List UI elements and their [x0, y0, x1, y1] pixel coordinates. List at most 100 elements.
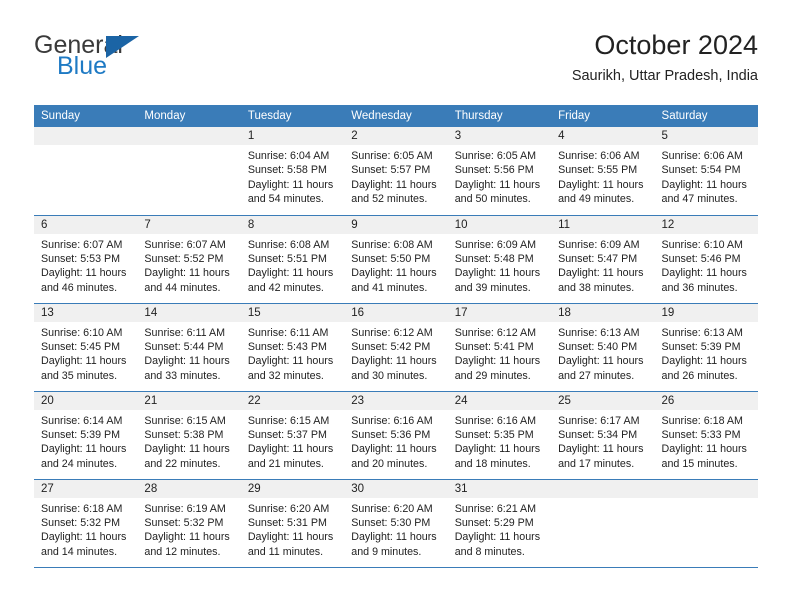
calendar-day-cell[interactable]: 14 Sunrise: 6:11 AM Sunset: 5:44 PM Dayligh… [137, 303, 241, 392]
day-sunset-text: Sunset: 5:56 PM [454, 164, 534, 177]
day-number: 1 [240, 127, 345, 145]
day-sunrise-text: Sunrise: 6:04 AM [247, 150, 330, 162]
day-details: Sunrise: 6:07 AM Sunset: 5:52 PM Daylight:… [137, 234, 240, 296]
day-number: 3 [447, 127, 552, 145]
calendar-day-cell[interactable]: 17 Sunrise: 6:12 AM Sunset: 5:41 PM Dayligh… [447, 303, 552, 392]
day-sunrise-text: Sunrise: 6:12 AM [351, 326, 433, 339]
calendar-page: General Blue October 2024 Saurikh, Uttar… [0, 0, 792, 612]
day-number: 20 [34, 391, 138, 410]
day-sunset-text: Sunset: 5:42 PM [351, 340, 431, 353]
day-daylight-line2-text: and 33 minutes. [144, 369, 221, 382]
calendar-day-cell[interactable]: 30 Sunrise: 6:20 AM Sunset: 5:30 PM Dayligh… [344, 479, 448, 568]
day-number [654, 479, 758, 498]
day-daylight-line1-text: Daylight: 11 hours [558, 355, 644, 368]
calendar-day-cell[interactable]: 9 Sunrise: 6:08 AM Sunset: 5:50 PM Daylight… [344, 215, 448, 304]
day-daylight-line2-text: and 24 minutes. [41, 457, 118, 470]
calendar-day-cell[interactable]: 27 Sunrise: 6:18 AM Sunset: 5:32 PM Dayligh… [34, 479, 138, 568]
calendar-day-cell[interactable]: 22 Sunrise: 6:15 AM Sunset: 5:37 PM Dayligh… [240, 391, 345, 480]
day-sunset-text: Sunset: 5:37 PM [247, 428, 327, 441]
day-number: 8 [240, 215, 345, 234]
day-sunset-text: Sunset: 5:46 PM [661, 252, 741, 265]
page-header: General Blue October 2024 Saurikh, Uttar… [34, 28, 758, 98]
day-sunset-text: Sunset: 5:39 PM [661, 340, 741, 353]
day-daylight-line2-text: and 26 minutes. [661, 369, 738, 382]
day-daylight-line2-text: and 42 minutes. [247, 281, 324, 294]
calendar-day-cell[interactable]: 11 Sunrise: 6:09 AM Sunset: 5:47 PM Dayligh… [551, 215, 655, 304]
calendar-day-cell[interactable]: 10 Sunrise: 6:09 AM Sunset: 5:48 PM Dayligh… [447, 215, 552, 304]
calendar-day-cell[interactable]: 6 Sunrise: 6:07 AM Sunset: 5:53 PM Daylight… [34, 215, 138, 304]
weekday-header-saturday: Saturday [654, 105, 758, 127]
day-sunrise-text: Sunrise: 6:09 AM [558, 238, 640, 251]
calendar-day-cell[interactable]: 8 Sunrise: 6:08 AM Sunset: 5:51 PM Daylight… [240, 215, 345, 304]
day-details: Sunrise: 6:14 AM Sunset: 5:39 PM Daylight:… [34, 410, 137, 472]
calendar-day-cell[interactable]: 28 Sunrise: 6:19 AM Sunset: 5:32 PM Dayligh… [137, 479, 241, 568]
calendar-day-cell[interactable]: 21 Sunrise: 6:15 AM Sunset: 5:38 PM Dayligh… [137, 391, 241, 480]
calendar-day-cell[interactable]: 25 Sunrise: 6:17 AM Sunset: 5:34 PM Dayligh… [551, 391, 655, 480]
general-blue-logo[interactable]: General Blue [34, 32, 264, 94]
day-daylight-line2-text: and 12 minutes. [144, 545, 221, 558]
day-sunrise-text: Sunrise: 6:10 AM [41, 326, 123, 339]
day-number: 11 [551, 215, 655, 234]
calendar-day-cell[interactable]: 13 Sunrise: 6:10 AM Sunset: 5:45 PM Dayligh… [34, 303, 138, 392]
triangle-logo-icon [106, 36, 139, 58]
day-sunset-text: Sunset: 5:48 PM [454, 252, 534, 265]
day-number: 9 [344, 215, 448, 234]
day-daylight-line1-text: Daylight: 11 hours [558, 443, 644, 456]
day-details: Sunrise: 6:06 AM Sunset: 5:54 PM Daylight:… [655, 145, 758, 207]
day-number: 4 [551, 127, 655, 145]
calendar-day-cell[interactable]: 26 Sunrise: 6:18 AM Sunset: 5:33 PM Dayligh… [654, 391, 758, 480]
day-sunrise-text: Sunrise: 6:05 AM [351, 150, 433, 162]
calendar-day-cell[interactable]: 19 Sunrise: 6:13 AM Sunset: 5:39 PM Dayligh… [654, 303, 758, 392]
calendar-day-cell[interactable]: 4 Sunrise: 6:06 AM Sunset: 5:55 PM Daylight… [551, 127, 655, 216]
day-details: Sunrise: 6:10 AM Sunset: 5:45 PM Daylight:… [34, 322, 137, 384]
day-sunset-text: Sunset: 5:57 PM [351, 164, 431, 177]
day-number [551, 479, 655, 498]
calendar-day-cell[interactable]: 23 Sunrise: 6:16 AM Sunset: 5:36 PM Dayligh… [344, 391, 448, 480]
calendar-day-cell[interactable]: 15 Sunrise: 6:11 AM Sunset: 5:43 PM Dayligh… [240, 303, 345, 392]
weekday-header-friday: Friday [551, 105, 655, 127]
day-details: Sunrise: 6:13 AM Sunset: 5:39 PM Daylight:… [655, 322, 758, 384]
day-daylight-line2-text: and 38 minutes. [558, 281, 635, 294]
day-daylight-line2-text: and 14 minutes. [41, 545, 118, 558]
day-details: Sunrise: 6:15 AM Sunset: 5:37 PM Daylight:… [241, 410, 344, 472]
calendar-day-cell[interactable]: 29 Sunrise: 6:20 AM Sunset: 5:31 PM Dayligh… [240, 479, 345, 568]
calendar-day-cell[interactable]: 18 Sunrise: 6:13 AM Sunset: 5:40 PM Dayligh… [551, 303, 655, 392]
calendar-day-cell[interactable]: 5 Sunrise: 6:06 AM Sunset: 5:54 PM Daylight… [654, 127, 758, 216]
day-number: 15 [240, 303, 345, 322]
day-number: 19 [654, 303, 758, 322]
calendar-day-cell[interactable]: 31 Sunrise: 6:21 AM Sunset: 5:29 PM Dayligh… [447, 479, 552, 568]
day-daylight-line1-text: Daylight: 11 hours [144, 267, 230, 280]
calendar-day-cell[interactable]: 2 Sunrise: 6:05 AM Sunset: 5:57 PM Daylight… [344, 127, 448, 216]
day-daylight-line2-text: and 11 minutes. [247, 545, 324, 558]
calendar-day-cell[interactable]: 24 Sunrise: 6:16 AM Sunset: 5:35 PM Dayligh… [447, 391, 552, 480]
day-sunrise-text: Sunrise: 6:20 AM [247, 502, 330, 515]
day-sunrise-text: Sunrise: 6:08 AM [351, 238, 433, 251]
day-daylight-line1-text: Daylight: 11 hours [351, 178, 437, 191]
day-daylight-line2-text: and 27 minutes. [558, 369, 635, 382]
logo-text-blue: Blue [57, 52, 108, 80]
day-details: Sunrise: 6:20 AM Sunset: 5:31 PM Daylight:… [241, 498, 344, 560]
day-details: Sunrise: 6:16 AM Sunset: 5:36 PM Daylight:… [344, 410, 447, 472]
calendar-day-cell[interactable]: 12 Sunrise: 6:10 AM Sunset: 5:46 PM Dayligh… [654, 215, 758, 304]
day-details: Sunrise: 6:12 AM Sunset: 5:42 PM Daylight:… [344, 322, 447, 384]
calendar-day-cell[interactable]: 16 Sunrise: 6:12 AM Sunset: 5:42 PM Dayligh… [344, 303, 448, 392]
day-daylight-line2-text: and 32 minutes. [247, 369, 324, 382]
day-number: 27 [34, 479, 138, 498]
day-sunset-text: Sunset: 5:40 PM [558, 340, 638, 353]
calendar-day-cell[interactable]: 3 Sunrise: 6:05 AM Sunset: 5:56 PM Daylight… [447, 127, 552, 216]
day-sunrise-text: Sunrise: 6:11 AM [144, 326, 226, 339]
weekday-header-thursday: Thursday [447, 105, 552, 127]
day-sunset-text: Sunset: 5:52 PM [144, 252, 224, 265]
day-sunrise-text: Sunrise: 6:18 AM [41, 502, 123, 515]
day-daylight-line1-text: Daylight: 11 hours [454, 355, 541, 368]
day-daylight-line1-text: Daylight: 11 hours [454, 531, 541, 544]
day-sunrise-text: Sunrise: 6:13 AM [558, 326, 640, 339]
calendar-day-cell[interactable]: 7 Sunrise: 6:07 AM Sunset: 5:52 PM Daylight… [137, 215, 241, 304]
day-number: 17 [447, 303, 552, 322]
day-sunrise-text: Sunrise: 6:08 AM [247, 238, 330, 251]
day-sunset-text: Sunset: 5:53 PM [41, 252, 121, 265]
day-details: Sunrise: 6:11 AM Sunset: 5:43 PM Daylight:… [241, 322, 344, 384]
calendar-day-cell[interactable]: 1 Sunrise: 6:04 AM Sunset: 5:58 PM Daylight… [240, 127, 345, 216]
calendar-day-cell[interactable]: 20 Sunrise: 6:14 AM Sunset: 5:39 PM Dayligh… [34, 391, 138, 480]
day-details: Sunrise: 6:11 AM Sunset: 5:44 PM Daylight:… [137, 322, 240, 384]
